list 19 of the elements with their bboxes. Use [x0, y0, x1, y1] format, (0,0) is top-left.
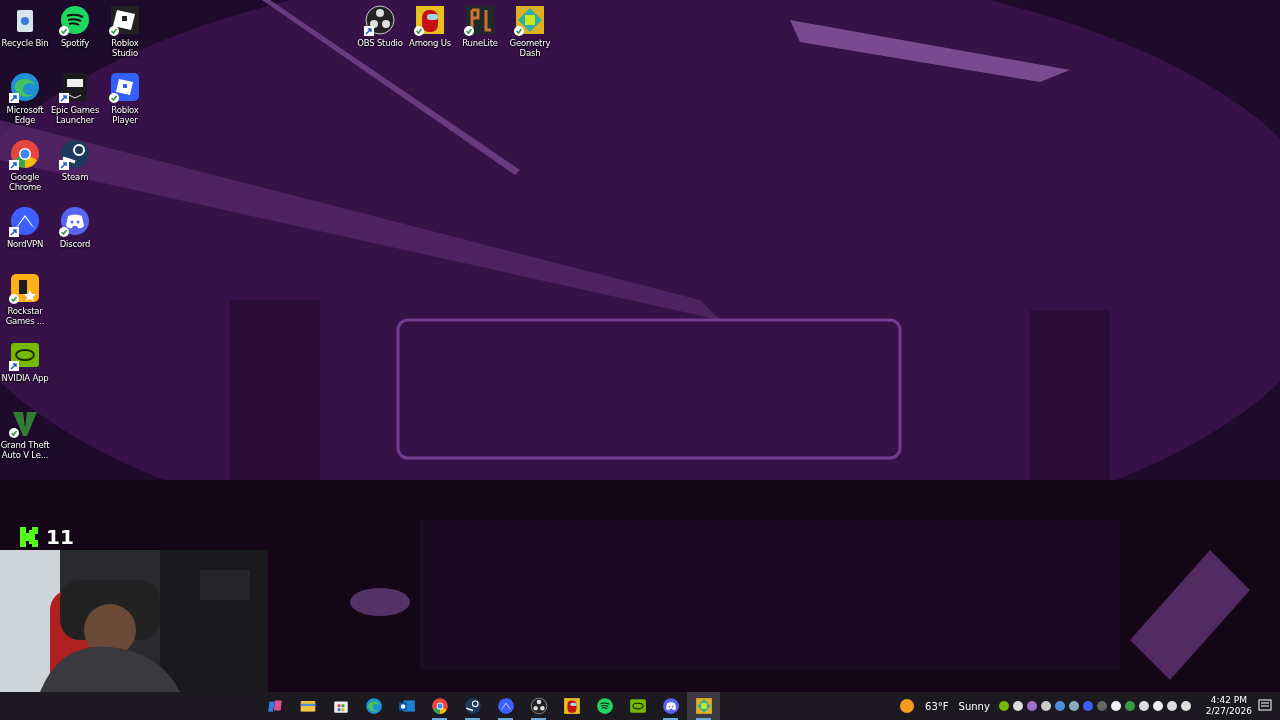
- app-icon: [628, 697, 647, 715]
- taskbar-button[interactable]: [687, 692, 720, 720]
- weather-temperature: 63°F: [925, 700, 949, 712]
- weather-condition: Sunny: [958, 700, 990, 712]
- app-icon: [397, 697, 416, 715]
- app-icon: [463, 697, 482, 715]
- app-icon: [661, 697, 680, 715]
- app-icon: [265, 697, 284, 715]
- app-icon: [496, 697, 515, 715]
- crewmate-icon: [562, 697, 581, 715]
- app-icon: [529, 697, 548, 715]
- clock-time[interactable]: 4:42 PM: [1210, 695, 1248, 706]
- game-icon: [694, 697, 713, 715]
- app-icon: [430, 697, 449, 715]
- app-icon: [364, 697, 383, 715]
- notification-icon[interactable]: [1258, 699, 1272, 713]
- app-icon: [595, 697, 614, 715]
- clock-date[interactable]: 2/27/2026: [1205, 706, 1252, 717]
- sun-icon: [899, 698, 916, 714]
